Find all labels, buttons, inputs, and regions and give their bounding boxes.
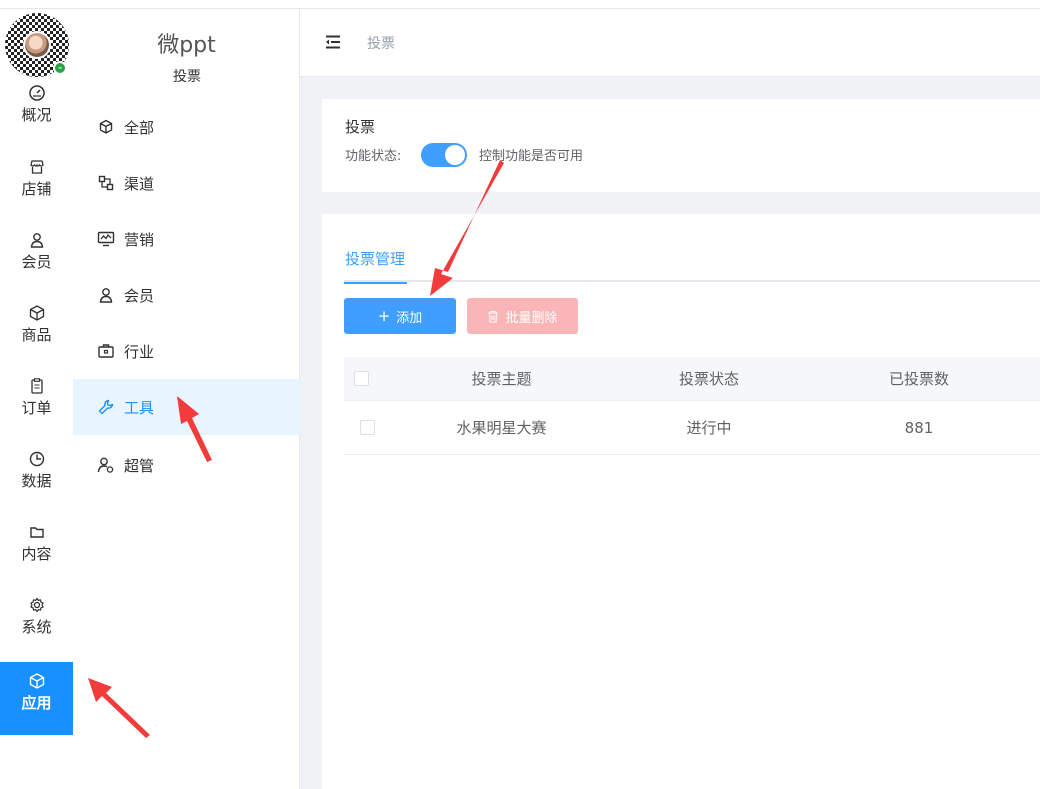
trash-icon bbox=[488, 310, 499, 323]
table-header: 投票主题 投票状态 已投票数 bbox=[344, 357, 1040, 401]
shop-icon bbox=[29, 160, 44, 174]
rail-item-system[interactable]: 系统 bbox=[0, 594, 73, 667]
header-checkbox-cell bbox=[354, 357, 378, 400]
cell-topic: 水果明星大赛 bbox=[456, 419, 547, 437]
app-brand-title: 微ppt bbox=[157, 33, 216, 58]
feature-title: 投票 bbox=[345, 118, 376, 136]
tab-vote-management[interactable]: 投票管理 bbox=[344, 248, 407, 284]
user-icon bbox=[99, 288, 113, 303]
monitor-chart-icon bbox=[97, 231, 115, 247]
dashboard-icon bbox=[28, 85, 45, 101]
briefcase-icon bbox=[98, 344, 114, 358]
secondary-sidebar: 微ppt 投票 全部 渠道 营销 会员 行业 工具 超管 bbox=[73, 9, 300, 789]
top-border bbox=[0, 0, 1040, 9]
submenu-item-members[interactable]: 会员 bbox=[73, 267, 300, 323]
row-checkbox-cell bbox=[360, 401, 384, 454]
vote-management-card: 投票管理 + 添加 批量删除 投票主题 投票状态 已投票数 水果明星大赛 进行中… bbox=[322, 214, 1040, 789]
rail-item-overview[interactable]: 概况 bbox=[0, 82, 73, 155]
tab-bar: 投票管理 bbox=[344, 248, 1040, 284]
cell-count: 881 bbox=[904, 418, 934, 437]
cube-icon bbox=[99, 119, 113, 134]
rail-item-apps[interactable]: 应用 bbox=[0, 662, 73, 735]
clipboard-icon bbox=[30, 378, 43, 394]
admin-user-icon bbox=[97, 457, 114, 473]
cell-status: 进行中 bbox=[686, 419, 732, 437]
feature-status-label: 功能状态: bbox=[345, 149, 402, 164]
rail-item-products[interactable]: 商品 bbox=[0, 302, 73, 375]
rail-item-label: 订单 bbox=[21, 399, 52, 417]
submenu-item-super-admin[interactable]: 超管 bbox=[73, 437, 300, 493]
feature-status-description: 控制功能是否可用 bbox=[479, 149, 584, 164]
rail-item-label: 系统 bbox=[21, 618, 52, 636]
rail-item-content[interactable]: 内容 bbox=[0, 521, 73, 594]
app-brand-subtitle: 投票 bbox=[149, 66, 225, 86]
mini-program-qr-code[interactable]: ⌁ bbox=[5, 13, 69, 77]
pie-chart-icon bbox=[29, 451, 44, 467]
folder-icon bbox=[29, 527, 44, 538]
column-header-status: 投票状态 bbox=[678, 370, 739, 388]
rail-item-shop[interactable]: 店铺 bbox=[0, 156, 73, 229]
submenu-item-all[interactable]: 全部 bbox=[73, 99, 300, 155]
avatar bbox=[23, 31, 51, 59]
rail-item-label: 内容 bbox=[21, 545, 52, 563]
vote-table: 投票主题 投票状态 已投票数 水果明星大赛 进行中 881 bbox=[344, 357, 1040, 455]
batch-delete-button-label: 批量删除 bbox=[505, 310, 558, 326]
submenu-item-marketing[interactable]: 营销 bbox=[73, 211, 300, 267]
feature-status-toggle[interactable] bbox=[421, 143, 467, 167]
submenu-item-label: 超管 bbox=[124, 456, 155, 475]
user-icon bbox=[30, 233, 43, 248]
cube-icon bbox=[29, 673, 44, 689]
submenu-item-label: 全部 bbox=[124, 118, 155, 137]
plus-icon: + bbox=[377, 307, 391, 325]
tab-label: 投票管理 bbox=[345, 250, 406, 268]
rail-item-members[interactable]: 会员 bbox=[0, 229, 73, 302]
wrench-icon bbox=[98, 399, 114, 415]
rail-item-orders[interactable]: 订单 bbox=[0, 375, 73, 448]
submenu-item-channel[interactable]: 渠道 bbox=[73, 155, 300, 211]
submenu-item-label: 营销 bbox=[124, 230, 155, 249]
column-header-topic: 投票主题 bbox=[471, 370, 532, 388]
submenu-item-industry[interactable]: 行业 bbox=[73, 323, 300, 379]
breadcrumb[interactable]: 投票 bbox=[367, 33, 395, 53]
submenu-item-label: 会员 bbox=[124, 286, 155, 305]
submenu-item-tools[interactable]: 工具 bbox=[73, 379, 300, 435]
submenu-item-label: 工具 bbox=[124, 398, 155, 417]
menu-fold-icon[interactable] bbox=[324, 33, 342, 51]
submenu-item-label: 渠道 bbox=[124, 174, 155, 193]
rail-item-label: 概况 bbox=[21, 106, 52, 124]
add-button-label: 添加 bbox=[396, 310, 423, 326]
gear-icon bbox=[29, 597, 44, 613]
select-all-checkbox[interactable] bbox=[354, 371, 369, 386]
rail-item-label: 会员 bbox=[21, 253, 52, 271]
top-header: 投票 bbox=[300, 9, 1040, 77]
feature-status-card: 投票 功能状态: 控制功能是否可用 bbox=[322, 99, 1040, 192]
rail-item-label: 店铺 bbox=[21, 180, 52, 198]
primary-sidebar: ⌁ 概况 店铺 会员 商品 订单 数据 内容 系统 应用 bbox=[0, 9, 73, 789]
row-checkbox[interactable] bbox=[360, 420, 375, 435]
mini-program-badge-icon: ⌁ bbox=[53, 61, 67, 75]
rail-item-data[interactable]: 数据 bbox=[0, 448, 73, 521]
batch-delete-button[interactable]: 批量删除 bbox=[467, 298, 578, 334]
column-header-count: 已投票数 bbox=[888, 370, 949, 388]
box-icon bbox=[29, 305, 44, 321]
add-button[interactable]: + 添加 bbox=[344, 298, 456, 334]
tab-active-indicator bbox=[344, 282, 407, 284]
toggle-knob bbox=[445, 145, 465, 165]
rail-item-label: 数据 bbox=[21, 472, 52, 490]
rail-item-label: 应用 bbox=[21, 694, 52, 712]
rail-item-label: 商品 bbox=[21, 326, 52, 344]
submenu-item-label: 行业 bbox=[124, 342, 155, 361]
channel-icon bbox=[98, 175, 114, 191]
table-row[interactable]: 水果明星大赛 进行中 881 bbox=[344, 401, 1040, 455]
